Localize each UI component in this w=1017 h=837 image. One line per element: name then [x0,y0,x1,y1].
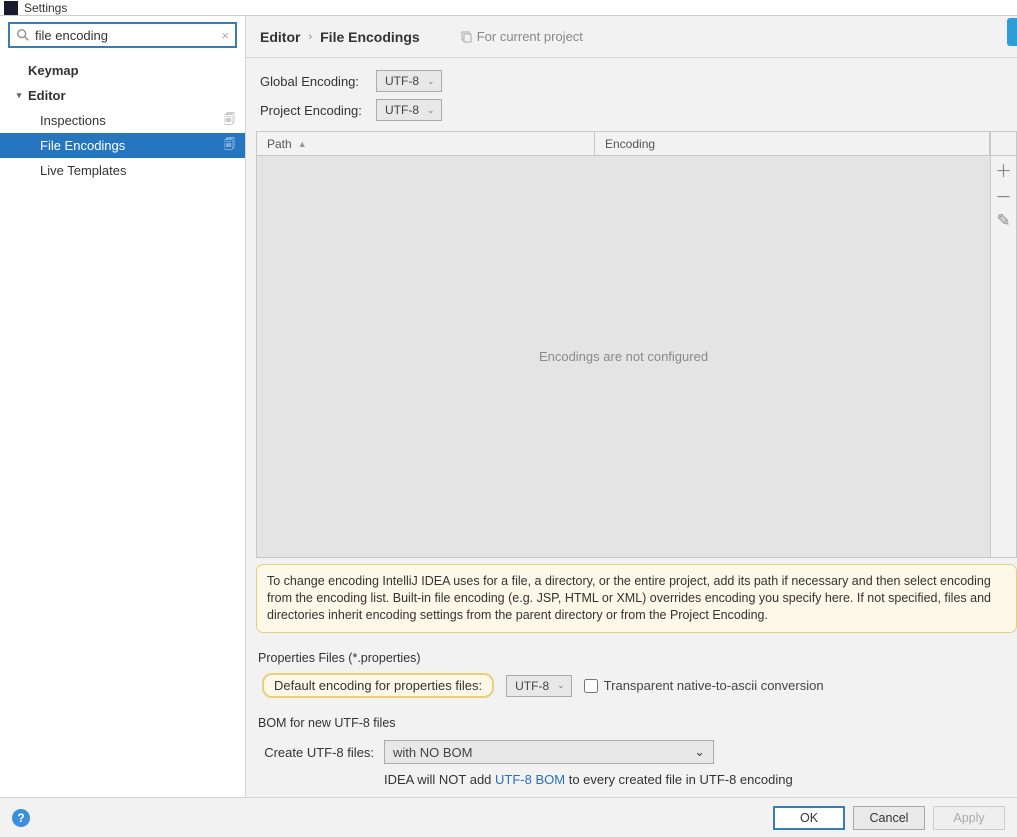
main-area: × Keymap ▾ Editor Inspections 🗐 File Enc… [0,16,1017,797]
edit-button[interactable]: ✎ [991,208,1016,234]
dropdown-value: UTF-8 [515,679,549,693]
app-icon [4,1,18,15]
cancel-button[interactable]: Cancel [853,806,925,830]
column-path[interactable]: Path ▲ [257,132,595,155]
breadcrumb-current: File Encodings [320,29,420,45]
project-encoding-label: Project Encoding: [260,103,376,118]
tree-item-editor[interactable]: ▾ Editor [0,83,245,108]
window-title: Settings [24,1,67,15]
title-bar: Settings [0,0,1017,16]
project-scope-icon [460,31,472,43]
breadcrumb-separator: › [308,31,312,43]
content-body: Global Encoding: UTF-8 ⌄ Project Encodin… [246,58,1017,797]
table-body-wrap: Encodings are not configured ＋ － ✎ [257,156,1016,557]
project-encoding-dropdown[interactable]: UTF-8 ⌄ [376,99,442,121]
info-text: To change encoding IntelliJ IDEA uses fo… [267,574,991,622]
chevron-down-icon: ⌄ [427,76,435,87]
bom-dropdown[interactable]: with NO BOM ⌄ [384,740,714,764]
properties-default-label: Default encoding for properties files: [262,673,494,698]
project-tag: For current project [460,29,583,44]
breadcrumb-parent[interactable]: Editor [260,29,300,45]
tree-label: Editor [28,88,66,103]
bom-section-label: BOM for new UTF-8 files [256,716,1017,730]
apply-button: Apply [933,806,1005,830]
tree-item-inspections[interactable]: Inspections 🗐 [0,108,245,133]
dropdown-value: UTF-8 [385,103,419,117]
chevron-down-icon: ⌄ [557,680,565,691]
tree-label: File Encodings [40,138,125,153]
encoding-table: Path ▲ Encoding Encodings are not config… [256,131,1017,558]
column-encoding[interactable]: Encoding [595,132,990,155]
project-encoding-row: Project Encoding: UTF-8 ⌄ [256,97,1017,124]
column-label: Path [267,137,292,151]
add-button[interactable]: ＋ [991,156,1016,182]
tree-label: Keymap [28,63,79,78]
tree-item-keymap[interactable]: Keymap [0,58,245,83]
empty-text: Encodings are not configured [539,349,708,364]
global-encoding-row: Global Encoding: UTF-8 ⌄ [256,68,1017,95]
search-row: × [0,16,245,54]
column-label: Encoding [605,137,655,151]
bom-row: Create UTF-8 files: with NO BOM ⌄ [256,740,1017,764]
search-input[interactable] [35,28,221,43]
dropdown-value: UTF-8 [385,74,419,88]
chevron-down-icon: ▾ [12,90,26,101]
scope-icon: 🗐 [224,111,235,130]
tree-label: Inspections [40,113,106,128]
properties-row: Default encoding for properties files: U… [256,673,1017,698]
dropdown-value: with NO BOM [393,745,472,760]
content: Editor › File Encodings For current proj… [246,16,1017,797]
transparent-label: Transparent native-to-ascii conversion [604,678,824,693]
remove-button[interactable]: － [991,182,1016,208]
sort-asc-icon: ▲ [298,139,307,149]
scope-icon: 🗐 [224,136,235,155]
tree-item-file-encodings[interactable]: File Encodings 🗐 [0,133,245,158]
bom-hint: IDEA will NOT add UTF-8 BOM to every cre… [256,772,1017,787]
transparent-checkbox-wrap[interactable]: Transparent native-to-ascii conversion [584,678,824,693]
table-tool-column: ＋ － ✎ [990,156,1016,557]
hint-prefix: IDEA will NOT add [384,772,495,787]
side-tab-stub[interactable] [1007,18,1017,46]
chevron-down-icon: ⌄ [694,744,705,760]
footer: ? OK Cancel Apply [0,797,1017,837]
table-empty: Encodings are not configured [257,156,990,557]
bom-create-label: Create UTF-8 files: [262,745,374,760]
properties-encoding-dropdown[interactable]: UTF-8 ⌄ [506,675,572,697]
tree-item-live-templates[interactable]: Live Templates [0,158,245,183]
tree-label: Live Templates [40,163,126,178]
breadcrumb: Editor › File Encodings For current proj… [246,16,1017,58]
global-encoding-dropdown[interactable]: UTF-8 ⌄ [376,70,442,92]
global-encoding-label: Global Encoding: [260,74,376,89]
tool-col-header [990,132,1016,155]
project-tag-text: For current project [477,29,583,44]
search-box[interactable]: × [8,22,237,48]
clear-search-icon[interactable]: × [221,28,229,43]
chevron-down-icon: ⌄ [427,105,435,116]
info-box: To change encoding IntelliJ IDEA uses fo… [256,564,1017,633]
hint-suffix: to every created file in UTF-8 encoding [565,772,793,787]
bom-link[interactable]: UTF-8 BOM [495,772,565,787]
properties-section-label: Properties Files (*.properties) [256,651,1017,665]
search-icon [16,28,30,42]
transparent-checkbox[interactable] [584,679,598,693]
ok-button[interactable]: OK [773,806,845,830]
table-header: Path ▲ Encoding [257,132,1016,156]
sidebar: × Keymap ▾ Editor Inspections 🗐 File Enc… [0,16,246,797]
help-button[interactable]: ? [12,809,30,827]
settings-tree: Keymap ▾ Editor Inspections 🗐 File Encod… [0,54,245,183]
